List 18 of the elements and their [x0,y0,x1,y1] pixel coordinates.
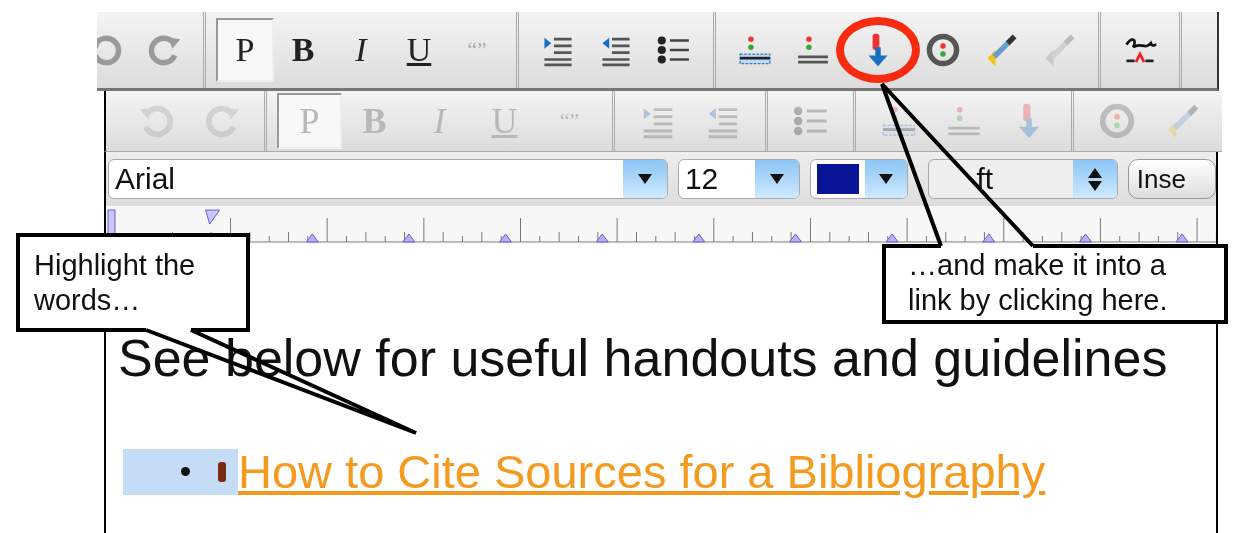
insert-button[interactable]: Inse [1127,159,1216,199]
font-select[interactable]: Arial [108,159,668,199]
stepper-icon [1072,160,1117,198]
dropdown-icon [754,160,799,198]
paragraph-button[interactable]: P [216,18,274,82]
dropdown-icon [864,160,907,198]
bold-button[interactable]: B [274,18,332,82]
cursor-icon [218,461,226,482]
dropdown-icon [622,160,667,198]
alignment-select[interactable]: ft [927,159,1118,199]
italic-button[interactable]: I [332,18,390,82]
callout-text: …and make it into a link by clicking here. [908,248,1169,318]
callout-text: Highlight the words… [34,248,197,318]
color-picker[interactable] [809,159,908,199]
circle-icon [924,31,962,69]
underline-button[interactable]: U [390,18,448,82]
bullet-icon [181,467,190,476]
font-size-select[interactable]: 12 [677,159,800,199]
